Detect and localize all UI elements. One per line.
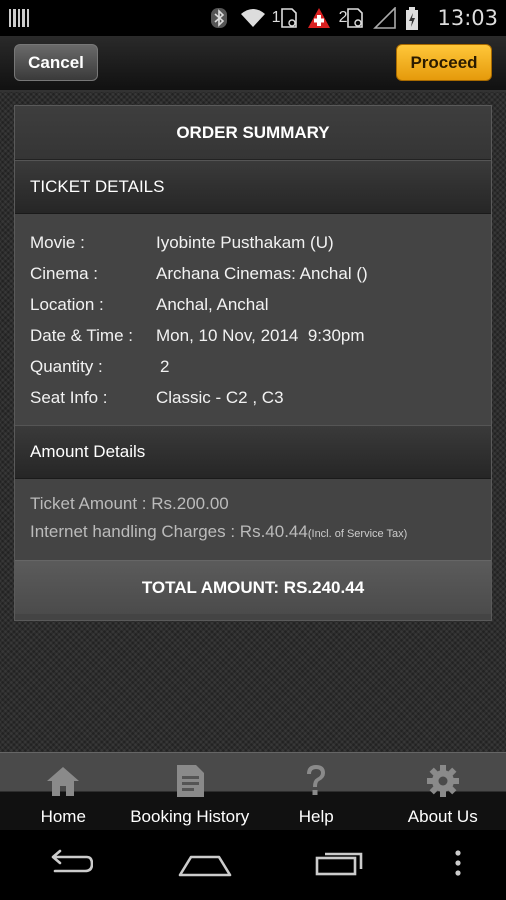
sim1-label: 1 <box>271 9 281 26</box>
system-navigation-bar <box>0 830 506 900</box>
detail-row-cinema: Cinema : Archana Cinemas: Anchal () <box>30 258 476 289</box>
home-icon <box>45 763 81 799</box>
detail-label: Date & Time : <box>30 325 133 345</box>
amount-details-list: Ticket Amount : Rs.200.00 Internet handl… <box>15 479 491 560</box>
detail-value: Archana Cinemas: Anchal () <box>156 263 368 283</box>
cancel-button[interactable]: Cancel <box>14 44 98 81</box>
help-icon <box>298 763 334 799</box>
nav-item-booking-history[interactable]: Booking History <box>127 753 254 830</box>
back-button[interactable] <box>38 845 98 885</box>
detail-row-movie: Movie : Iyobinte Pusthakam (U) <box>30 227 476 258</box>
battery-icon <box>405 7 427 30</box>
barcode-notification-icon <box>8 7 30 29</box>
status-clock: 13:03 <box>437 6 498 30</box>
wifi-icon <box>240 7 265 29</box>
detail-row-seat-info: Seat Info : Classic - C2 , C3 <box>30 382 476 413</box>
ticket-details-header: TICKET DETAILS <box>15 160 491 214</box>
back-icon <box>43 849 94 882</box>
detail-row-date-time: Date & Time : Mon, 10 Nov, 2014 9:30pm <box>30 320 476 351</box>
nav-label: Booking History <box>130 807 250 826</box>
order-summary-card: ORDER SUMMARY TICKET DETAILS Movie : Iyo… <box>14 105 492 621</box>
document-icon <box>172 763 208 799</box>
detail-value: Anchal, Anchal <box>156 294 269 314</box>
ticket-details-list: Movie : Iyobinte Pusthakam (U) Cinema : … <box>15 214 491 425</box>
internet-charges: Internet handling Charges : Rs.40.44 <box>30 522 308 541</box>
bottom-nav: Home Booking History Help About Us <box>0 752 506 830</box>
tax-note: (Incl. of Service Tax) <box>307 528 408 540</box>
detail-label: Location : <box>30 294 104 314</box>
detail-row-location: Location : Anchal, Anchal <box>30 289 476 320</box>
recent-apps-icon <box>315 849 367 882</box>
sim2-icon: 2 <box>339 8 364 28</box>
nav-label: Home <box>40 807 86 826</box>
detail-value: 2 <box>160 356 170 376</box>
detail-value: Iyobinte Pusthakam (U) <box>156 232 334 252</box>
gear-icon <box>425 763 461 799</box>
proceed-button[interactable]: Proceed <box>396 44 492 81</box>
detail-row-quantity: Quantity : 2 <box>30 351 476 382</box>
amount-details-header: Amount Details <box>15 425 491 479</box>
detail-label: Cinema : <box>30 263 99 283</box>
action-bar: Cancel Proceed <box>0 36 506 92</box>
detail-value: Classic - C2 , C3 <box>156 387 284 407</box>
home-system-button[interactable] <box>175 845 235 885</box>
home-outline-icon <box>177 849 233 882</box>
sim1-icon: 1 <box>272 8 297 28</box>
bluetooth-icon <box>208 7 230 29</box>
detail-value: Mon, 10 Nov, 2014 9:30pm <box>156 325 365 345</box>
detail-label: Seat Info : <box>30 387 108 407</box>
order-summary-title: ORDER SUMMARY <box>15 106 491 160</box>
nav-item-about-us[interactable]: About Us <box>380 753 506 830</box>
total-amount: TOTAL AMOUNT: RS.240.44 <box>15 560 491 614</box>
nav-label: Help <box>298 807 334 826</box>
first-aid-icon <box>307 7 330 29</box>
detail-label: Quantity : <box>30 356 103 376</box>
ticket-amount: Ticket Amount : Rs.200.00 <box>30 494 229 513</box>
recent-apps-button[interactable] <box>311 845 371 885</box>
status-bar: 1 2 13:03 <box>0 0 506 36</box>
detail-label: Movie : <box>30 232 85 252</box>
nav-item-home[interactable]: Home <box>0 753 127 830</box>
sim2-label: 2 <box>338 9 348 26</box>
signal-icon <box>373 6 397 29</box>
content-area: ORDER SUMMARY TICKET DETAILS Movie : Iyo… <box>0 92 506 752</box>
internet-charges-line: Internet handling Charges : Rs.40.44 (In… <box>30 518 476 546</box>
overflow-menu-icon <box>455 849 461 881</box>
nav-item-help[interactable]: Help <box>253 753 380 830</box>
overflow-menu-button[interactable] <box>448 845 468 885</box>
nav-label: About Us <box>407 807 478 826</box>
